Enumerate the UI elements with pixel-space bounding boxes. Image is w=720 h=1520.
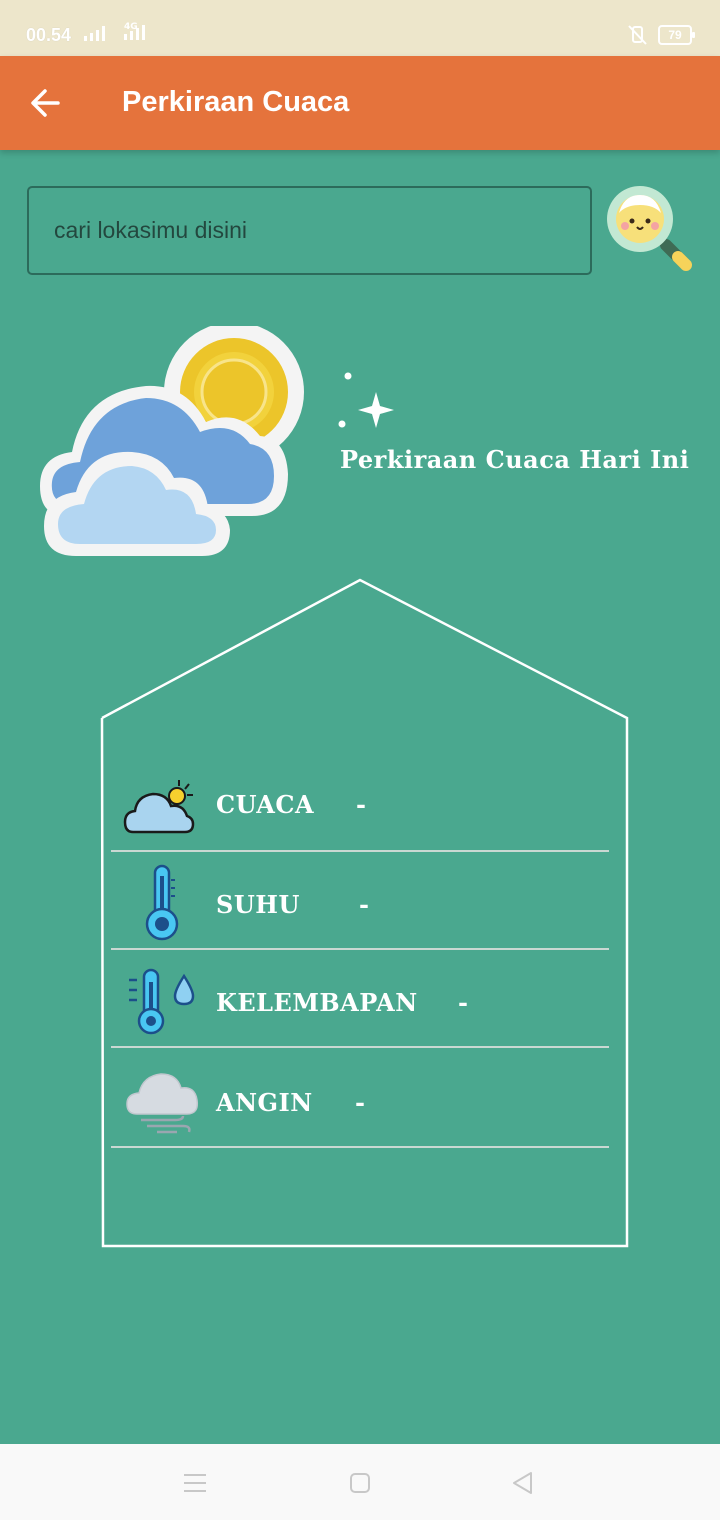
thermometer-icon xyxy=(145,864,179,941)
menu-icon[interactable] xyxy=(180,1464,210,1500)
status-bar: 00.54 4G 79 xyxy=(0,0,720,56)
back-arrow-icon[interactable] xyxy=(28,85,68,121)
info-row-angin: ANGIN - xyxy=(111,1050,609,1148)
status-right: 79 xyxy=(626,24,695,46)
sun-cloud-icon xyxy=(40,326,304,556)
battery-icon: 79 xyxy=(658,25,695,45)
signal-icon xyxy=(84,26,105,41)
wind-icon xyxy=(126,1073,199,1134)
page-title: Perkiraan Cuaca xyxy=(122,86,350,118)
row-label-kelembapan: KELEMBAPAN xyxy=(216,988,418,1017)
sparkle-icon xyxy=(338,372,394,428)
row-value-kelembapan: - xyxy=(458,988,468,1017)
app-bar: Perkiraan Cuaca xyxy=(0,56,720,150)
navigation-bar xyxy=(0,1444,720,1520)
row-label-angin: ANGIN xyxy=(216,1088,313,1117)
triangle-back-icon[interactable] xyxy=(508,1464,538,1500)
vibrate-mute-icon xyxy=(628,25,647,45)
info-row-cuaca: CUACA - xyxy=(111,754,609,852)
search-button[interactable] xyxy=(604,183,696,275)
row-label-suhu: SUHU xyxy=(216,890,300,919)
row-value-cuaca: - xyxy=(356,790,366,819)
row-value-angin: - xyxy=(355,1088,365,1117)
info-row-suhu: SUHU - xyxy=(111,852,609,950)
signal-4g-icon: 4G xyxy=(124,22,145,40)
hero-title: Perkiraan Cuaca Hari Ini xyxy=(340,445,690,474)
cloud-sun-icon xyxy=(123,780,195,834)
search-input[interactable] xyxy=(27,186,592,275)
row-value-suhu: - xyxy=(359,890,369,919)
humidity-icon xyxy=(129,968,195,1035)
magnifier-face-icon xyxy=(607,186,692,271)
status-time: 00.54 xyxy=(26,25,72,45)
network-type: 4G xyxy=(124,22,138,32)
row-label-cuaca: CUACA xyxy=(216,790,315,819)
home-square-icon[interactable] xyxy=(345,1464,375,1500)
info-row-kelembapan: KELEMBAPAN - xyxy=(111,950,609,1048)
